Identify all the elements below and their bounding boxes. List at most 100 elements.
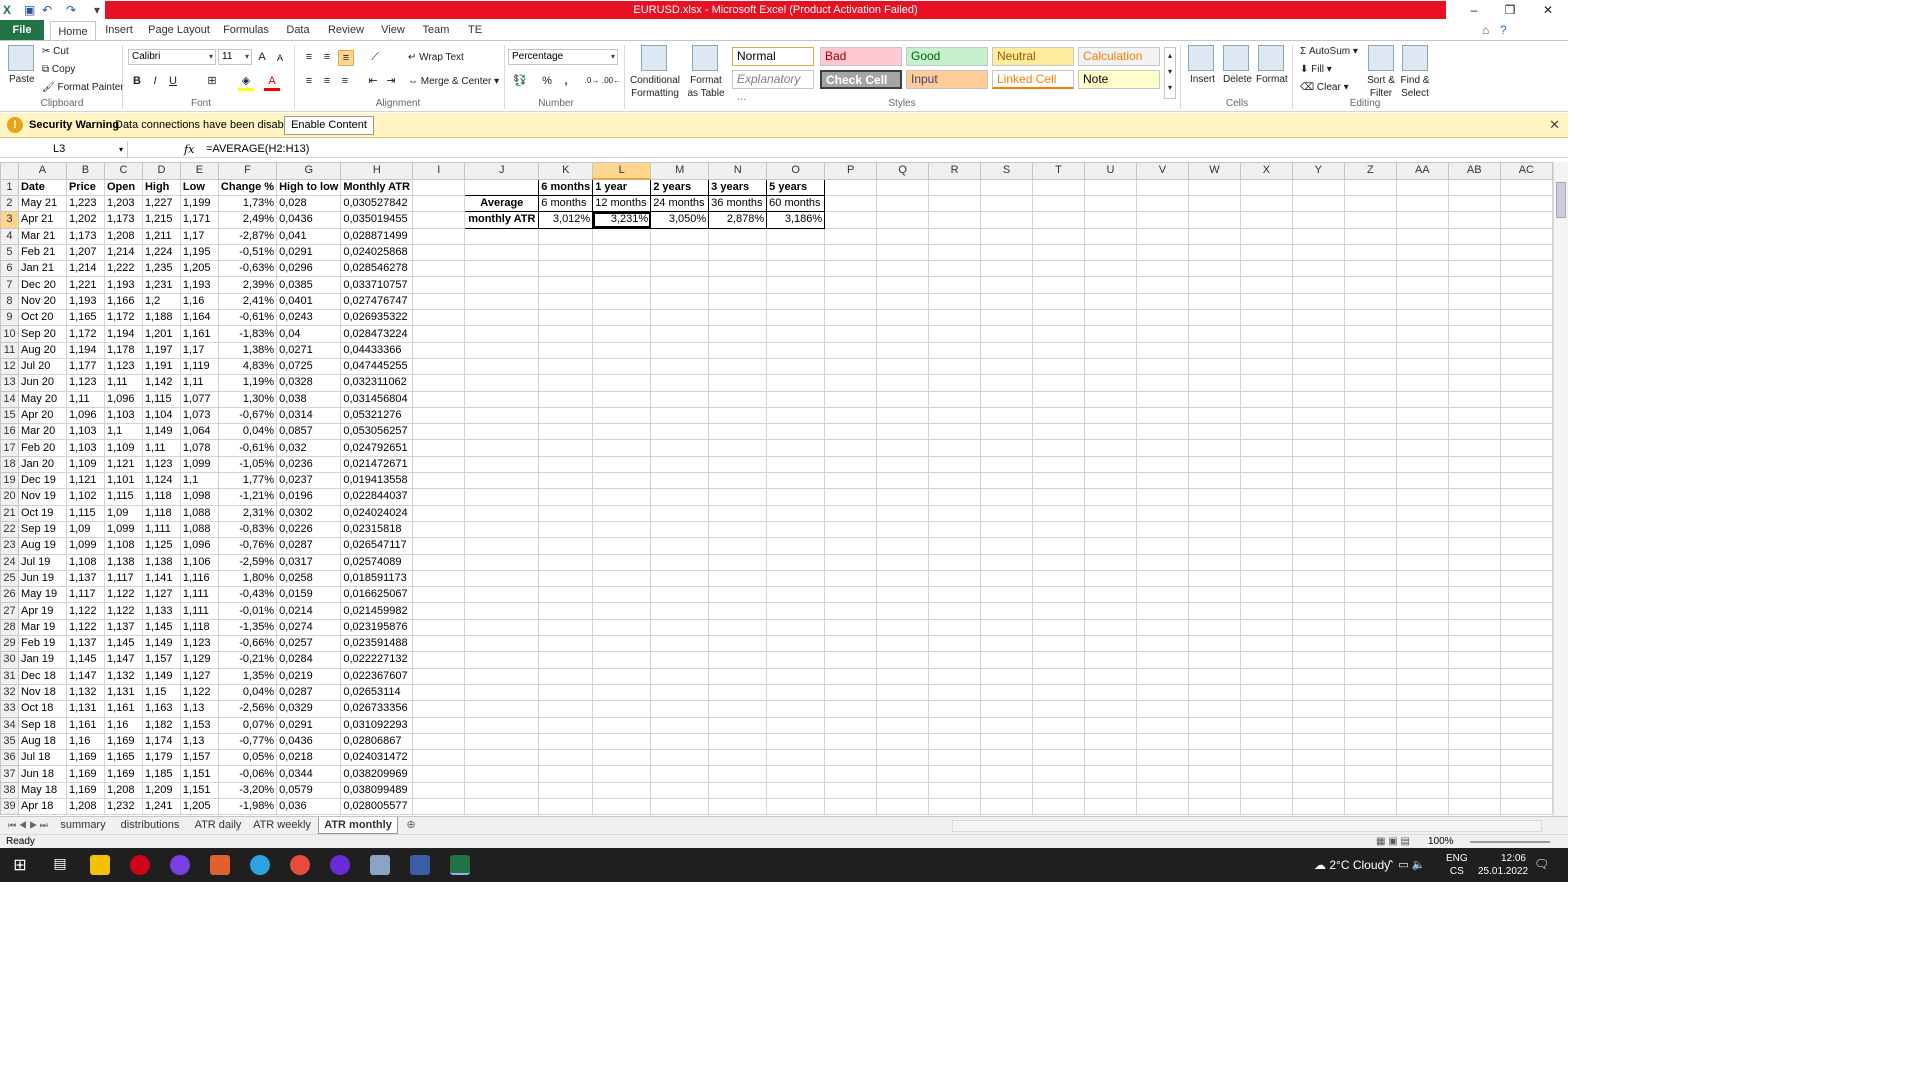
- cell-style-bad[interactable]: Bad: [820, 47, 902, 66]
- cell-Z29[interactable]: [1343, 635, 1397, 653]
- cell-X36[interactable]: [1239, 749, 1293, 767]
- cell-V36[interactable]: [1135, 749, 1189, 767]
- cell-AA17[interactable]: [1395, 439, 1449, 457]
- cell-Y24[interactable]: [1291, 553, 1345, 571]
- cell-AA25[interactable]: [1395, 569, 1449, 588]
- cell-C18[interactable]: 1,121: [103, 455, 143, 474]
- cell-R6[interactable]: [928, 260, 982, 278]
- cell-D13[interactable]: 1,142: [141, 374, 181, 392]
- cell-Y13[interactable]: [1291, 374, 1345, 392]
- cell-AB33[interactable]: [1447, 700, 1501, 718]
- cell-W5[interactable]: [1187, 243, 1241, 262]
- cell-H10[interactable]: 0,028473224: [340, 325, 414, 343]
- cell-L12[interactable]: [592, 357, 652, 376]
- cell-Y30[interactable]: [1291, 651, 1345, 669]
- cell-N11[interactable]: [708, 341, 768, 359]
- cell-J39[interactable]: [464, 797, 540, 816]
- paste-button[interactable]: Paste: [9, 73, 35, 86]
- restore-icon[interactable]: ❐: [1492, 0, 1528, 20]
- cell-K3[interactable]: 3,012%: [538, 211, 594, 229]
- cell-K16[interactable]: [538, 423, 594, 441]
- cell-Y1[interactable]: [1291, 178, 1345, 196]
- cell-D37[interactable]: 1,185: [141, 765, 181, 783]
- row-header[interactable]: 19: [0, 472, 19, 490]
- tab-team[interactable]: Team: [418, 20, 454, 40]
- cell-T20[interactable]: [1032, 488, 1085, 506]
- cell-A7[interactable]: Dec 20: [17, 276, 67, 294]
- cell-G38[interactable]: 0,0579: [276, 781, 342, 799]
- cell-style-calculation[interactable]: Calculation: [1078, 47, 1160, 66]
- cell-Y38[interactable]: [1291, 781, 1345, 799]
- cell-P3[interactable]: [824, 211, 878, 229]
- cell-R13[interactable]: [928, 374, 982, 392]
- cell-U13[interactable]: [1083, 374, 1137, 392]
- cell-D2[interactable]: 1,227: [141, 194, 181, 213]
- cell-U23[interactable]: [1083, 537, 1137, 555]
- telegram-icon[interactable]: [250, 855, 270, 875]
- cell-Z4[interactable]: [1343, 227, 1397, 245]
- cell-W25[interactable]: [1187, 569, 1241, 588]
- cell-AA1[interactable]: [1395, 178, 1449, 196]
- cell-M3[interactable]: 3,050%: [650, 211, 710, 229]
- cell-Q3[interactable]: [876, 211, 930, 229]
- cell-I24[interactable]: [412, 553, 466, 571]
- cell-Z14[interactable]: [1343, 390, 1397, 408]
- cell-W6[interactable]: [1187, 260, 1241, 278]
- cell-C33[interactable]: 1,161: [103, 700, 143, 718]
- cell-H26[interactable]: 0,016625067: [340, 586, 414, 604]
- cell-R35[interactable]: [928, 732, 982, 751]
- cell-M34[interactable]: [650, 716, 710, 734]
- column-header[interactable]: B: [65, 162, 105, 180]
- cell-AC9[interactable]: [1499, 309, 1553, 327]
- cell-Q5[interactable]: [876, 243, 930, 262]
- cell-C17[interactable]: 1,109: [103, 439, 143, 457]
- tab-home[interactable]: Home: [50, 21, 96, 41]
- cell-V12[interactable]: [1135, 357, 1189, 376]
- cell-N30[interactable]: [708, 651, 768, 669]
- cell-G16[interactable]: 0,0857: [276, 423, 342, 441]
- cell-Z6[interactable]: [1343, 260, 1397, 278]
- row-header[interactable]: 3: [0, 211, 19, 229]
- cell-G27[interactable]: 0,0214: [276, 602, 342, 620]
- save-icon[interactable]: ▣: [24, 2, 35, 18]
- cell-Z8[interactable]: [1343, 292, 1397, 311]
- cell-L22[interactable]: [592, 520, 652, 539]
- cell-Y10[interactable]: [1291, 325, 1345, 343]
- cell-C32[interactable]: 1,131: [103, 683, 143, 702]
- cell-K21[interactable]: [538, 504, 594, 522]
- vertical-scrollbar[interactable]: [1553, 162, 1568, 816]
- row-header[interactable]: 18: [0, 455, 19, 474]
- cell-O32[interactable]: [766, 683, 826, 702]
- cell-A28[interactable]: Mar 19: [17, 618, 67, 637]
- cell-L5[interactable]: [592, 243, 652, 262]
- cell-V3[interactable]: [1135, 211, 1189, 229]
- cell-Y14[interactable]: [1291, 390, 1345, 408]
- cell-G15[interactable]: 0,0314: [276, 406, 342, 425]
- function-icon[interactable]: fx: [184, 141, 200, 158]
- weather-widget[interactable]: ☁ 2°C Cloudy: [1314, 858, 1390, 872]
- cell-P2[interactable]: [824, 194, 878, 213]
- cell-W36[interactable]: [1187, 749, 1241, 767]
- cell-AB23[interactable]: [1447, 537, 1501, 555]
- cell-K8[interactable]: [538, 292, 594, 311]
- cell-N32[interactable]: [708, 683, 768, 702]
- delete-cells-icon[interactable]: [1223, 45, 1249, 71]
- cell-F26[interactable]: -0,43%: [217, 586, 278, 604]
- cell-Y28[interactable]: [1291, 618, 1345, 637]
- zoom-slider[interactable]: [1470, 841, 1550, 843]
- cell-T16[interactable]: [1032, 423, 1085, 441]
- cell-A39[interactable]: Apr 18: [17, 797, 67, 816]
- sheet-tab-atr-daily[interactable]: ATR daily: [190, 817, 246, 834]
- cell-V39[interactable]: [1135, 797, 1189, 816]
- cell-J29[interactable]: [464, 635, 540, 653]
- cell-J25[interactable]: [464, 569, 540, 588]
- cell-G13[interactable]: 0,0328: [276, 374, 342, 392]
- cell-AC30[interactable]: [1499, 651, 1553, 669]
- cell-Z16[interactable]: [1343, 423, 1397, 441]
- cell-X3[interactable]: [1239, 211, 1293, 229]
- cell-P34[interactable]: [824, 716, 878, 734]
- cell-V5[interactable]: [1135, 243, 1189, 262]
- cell-O23[interactable]: [766, 537, 826, 555]
- cell-F34[interactable]: 0,07%: [217, 716, 278, 734]
- cell-H2[interactable]: 0,030527842: [340, 194, 414, 213]
